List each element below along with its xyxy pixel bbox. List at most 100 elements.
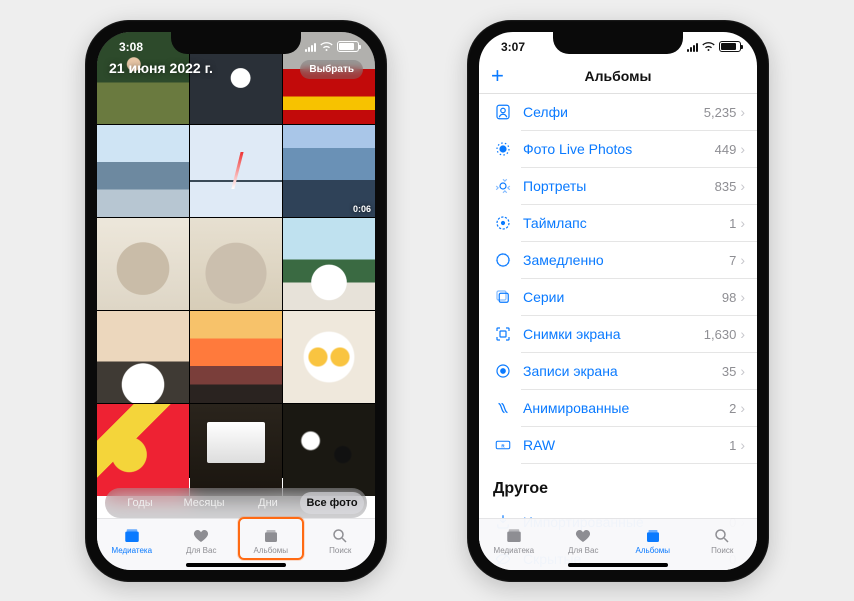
home-indicator[interactable]	[186, 563, 286, 567]
album-count: 35	[722, 364, 736, 379]
album-count: 5,235	[704, 105, 737, 120]
tab-albums[interactable]: Альбомы	[236, 519, 306, 564]
photo-thumb[interactable]	[283, 404, 375, 496]
screenshot-icon	[493, 324, 513, 344]
cellular-icon	[305, 42, 316, 52]
album-row-bursts[interactable]: Серии 98 ›	[479, 279, 757, 316]
chevron-right-icon: ›	[740, 326, 745, 342]
segment-months[interactable]: Месяцы	[172, 492, 236, 514]
albums-icon	[643, 527, 663, 545]
album-label: Записи экрана	[523, 363, 722, 379]
status-icons	[687, 41, 741, 52]
tab-label: Поиск	[329, 546, 351, 555]
chevron-right-icon: ›	[740, 141, 745, 157]
album-row-screenshots[interactable]: Снимки экрана 1,630 ›	[479, 316, 757, 353]
album-label: Селфи	[523, 104, 704, 120]
video-thumb[interactable]: 0:06	[283, 125, 375, 217]
nav-bar: + Альбомы	[479, 60, 757, 94]
tab-search[interactable]: Поиск	[688, 519, 758, 564]
view-segmented-control[interactable]: Годы Месяцы Дни Все фото	[105, 488, 367, 518]
album-list[interactable]: Селфи 5,235 › Фото Live Photos 449 ›	[479, 94, 757, 570]
album-label: Снимки экрана	[523, 326, 704, 342]
library-icon	[122, 527, 142, 545]
screen-recording-icon	[493, 361, 513, 381]
photo-thumb[interactable]	[190, 311, 282, 403]
album-row-timelapse[interactable]: Таймлапс 1 ›	[479, 205, 757, 242]
chevron-right-icon: ›	[740, 178, 745, 194]
animated-icon	[493, 398, 513, 418]
album-row-slomo[interactable]: Замедленно 7 ›	[479, 242, 757, 279]
photo-thumb[interactable]	[283, 218, 375, 310]
notch	[553, 32, 683, 54]
chevron-right-icon: ›	[740, 437, 745, 453]
album-label: RAW	[523, 437, 729, 453]
album-label: Анимированные	[523, 400, 729, 416]
album-count: 449	[715, 142, 737, 157]
home-indicator[interactable]	[568, 563, 668, 567]
search-icon	[712, 527, 732, 545]
selfie-icon	[493, 102, 513, 122]
album-count: 835	[715, 179, 737, 194]
tab-library[interactable]: Медиатека	[97, 519, 167, 564]
photo-thumb[interactable]	[97, 218, 189, 310]
album-count: 2	[729, 401, 736, 416]
chevron-right-icon: ›	[740, 289, 745, 305]
photo-thumb[interactable]	[190, 404, 282, 496]
tab-library[interactable]: Медиатека	[479, 519, 549, 564]
chevron-right-icon: ›	[740, 363, 745, 379]
albums-icon	[261, 527, 281, 545]
album-row-raw[interactable]: R RAW 1 ›	[479, 427, 757, 464]
status-icons	[305, 41, 359, 52]
nav-title: Альбомы	[585, 68, 652, 84]
select-button[interactable]: Выбрать	[300, 60, 363, 79]
tab-search[interactable]: Поиск	[306, 519, 376, 564]
tab-label: Поиск	[711, 546, 733, 555]
album-label: Замедленно	[523, 252, 729, 268]
album-row-selfie[interactable]: Селфи 5,235 ›	[479, 94, 757, 131]
photo-thumb[interactable]	[190, 125, 282, 217]
battery-icon	[719, 41, 741, 52]
photo-thumb[interactable]	[190, 218, 282, 310]
library-date-title: 21 июня 2022 г.	[109, 60, 213, 76]
status-time: 3:07	[501, 40, 525, 54]
photo-thumb[interactable]	[97, 404, 189, 496]
photo-grid[interactable]: 0:06	[97, 32, 375, 478]
status-time: 3:08	[119, 40, 143, 54]
add-album-button[interactable]: +	[491, 65, 504, 87]
tab-albums[interactable]: Альбомы	[618, 519, 688, 564]
album-row-screen-recordings[interactable]: Записи экрана 35 ›	[479, 353, 757, 390]
search-icon	[330, 527, 350, 545]
segment-all-photos[interactable]: Все фото	[300, 492, 364, 514]
cellular-icon	[687, 42, 698, 52]
segment-years[interactable]: Годы	[108, 492, 172, 514]
album-count: 7	[729, 253, 736, 268]
album-count: 98	[722, 290, 736, 305]
photo-thumb[interactable]	[97, 125, 189, 217]
chevron-right-icon: ›	[740, 400, 745, 416]
tab-for-you[interactable]: Для Вас	[549, 519, 619, 564]
section-other-header: Другое	[479, 464, 757, 504]
album-label: Фото Live Photos	[523, 141, 715, 157]
video-duration: 0:06	[353, 204, 371, 214]
raw-icon: R	[493, 435, 513, 455]
album-row-animated[interactable]: Анимированные 2 ›	[479, 390, 757, 427]
album-count: 1,630	[704, 327, 737, 342]
album-label: Портреты	[523, 178, 715, 194]
album-label: Серии	[523, 289, 722, 305]
photo-thumb[interactable]	[97, 311, 189, 403]
tab-label: Медиатека	[111, 546, 152, 555]
live-photos-icon	[493, 139, 513, 159]
album-count: 1	[729, 438, 736, 453]
album-row-portraits[interactable]: Портреты 835 ›	[479, 168, 757, 205]
album-label: Таймлапс	[523, 215, 729, 231]
battery-icon	[337, 41, 359, 52]
heart-icon	[573, 527, 593, 545]
tab-for-you[interactable]: Для Вас	[167, 519, 237, 564]
library-icon	[504, 527, 524, 545]
album-row-live-photos[interactable]: Фото Live Photos 449 ›	[479, 131, 757, 168]
tab-label: Медиатека	[493, 546, 534, 555]
burst-icon	[493, 287, 513, 307]
chevron-right-icon: ›	[740, 215, 745, 231]
segment-days[interactable]: Дни	[236, 492, 300, 514]
photo-thumb[interactable]	[283, 311, 375, 403]
